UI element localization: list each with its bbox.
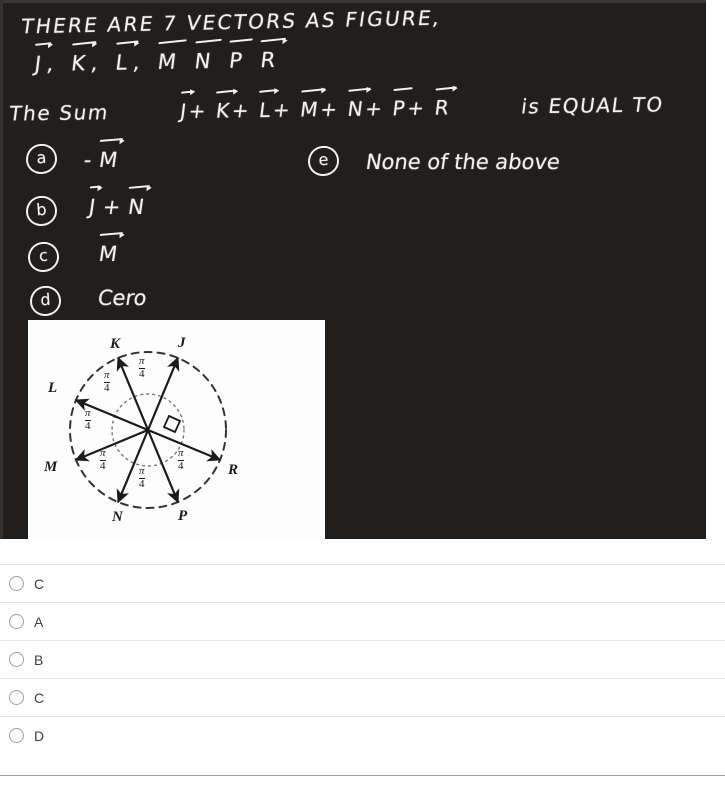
sum-term-n: N <box>346 96 366 121</box>
vector-diagram-figure: K J L M R N P π4 π4 π4 π4 π4 π4 <box>28 320 325 539</box>
plus-2: + <box>230 98 252 123</box>
plus-5: + <box>363 96 386 121</box>
angle-label-lm: π4 <box>85 407 91 432</box>
sum-suffix-label: is EQUAL TO <box>519 92 666 119</box>
option-a-vector-m: M <box>97 148 120 172</box>
radio-button-2[interactable] <box>9 614 24 629</box>
radio-button-3[interactable] <box>9 652 24 667</box>
sum-term-l: L <box>257 97 274 123</box>
figure-label-k: K <box>110 336 121 352</box>
sum-term-m: M <box>298 97 321 122</box>
sum-term-k: K <box>214 98 233 123</box>
figure-label-n: N <box>112 509 123 525</box>
handwritten-option-marker-a: a <box>24 142 59 176</box>
option-b-vector-j: J <box>87 195 97 219</box>
sum-prefix-label: The Sum <box>7 100 111 126</box>
image-left-edge <box>0 0 3 539</box>
angle-label-jk: π4 <box>139 355 145 380</box>
answer-row-5[interactable]: D <box>0 716 725 754</box>
angle-label-mn: π4 <box>100 447 106 472</box>
minus-sign: - <box>82 148 94 172</box>
figure-label-r: R <box>228 462 239 478</box>
figure-label-j: J <box>178 335 186 351</box>
handwritten-option-marker-e: e <box>306 144 341 178</box>
plus-3: + <box>271 97 293 122</box>
answer-label-4: C <box>34 689 45 706</box>
vector-glyph-m: M <box>156 49 183 74</box>
radio-button-4[interactable] <box>9 690 24 705</box>
question-title-text: THERE ARE 7 VECTORS AS FIGURE, <box>19 5 444 39</box>
answer-label-2: A <box>34 613 44 630</box>
answers-top-spacer <box>0 539 725 564</box>
vector-glyph-p: P <box>227 48 249 73</box>
answer-row-3[interactable]: B <box>0 640 725 678</box>
handwritten-option-marker-d: d <box>28 284 63 318</box>
handwritten-option-text-c: M <box>96 242 119 266</box>
answer-row-4[interactable]: C <box>0 678 725 716</box>
handwritten-option-text-b: J + N <box>86 195 146 219</box>
handwritten-option-text-e: None of the above <box>364 150 562 174</box>
sum-term-p: P <box>391 96 408 121</box>
vector-list-text: J, K, L, M N P R <box>32 48 283 76</box>
handwritten-option-marker-b: b <box>24 194 59 228</box>
answer-row-2[interactable]: A <box>0 602 725 640</box>
angle-label-kl: π4 <box>104 369 110 394</box>
answer-label-5: D <box>34 727 45 744</box>
handwritten-option-text-a: - M <box>82 148 120 172</box>
answer-label-3: B <box>34 651 44 668</box>
angle-label-np: π4 <box>139 465 145 490</box>
answer-row-1[interactable]: C <box>0 564 725 602</box>
sum-expression-text: The Sum J+ K+ L+ M+ N+ P+ R is EQUAL TO <box>8 92 665 125</box>
image-top-edge <box>0 0 706 3</box>
vector-diagram-svg <box>69 351 227 509</box>
handwritten-question-image: THERE ARE 7 VECTORS AS FIGURE, J, K, L, … <box>0 0 706 539</box>
vector-glyph-n: N <box>193 48 217 74</box>
sum-term-r: R <box>433 95 452 120</box>
answer-label-1: C <box>34 575 45 592</box>
angle-label-pr: π4 <box>178 447 184 472</box>
answer-options-list: C A B C D <box>0 539 725 754</box>
option-b-plus: + <box>101 195 123 219</box>
figure-label-m: M <box>44 459 58 475</box>
radio-button-1[interactable] <box>9 576 24 591</box>
vector-glyph-l: L <box>114 50 134 75</box>
bottom-divider <box>0 775 725 776</box>
radio-button-5[interactable] <box>9 728 24 743</box>
handwritten-option-marker-c: c <box>26 240 61 274</box>
option-c-vector-m: M <box>97 242 119 266</box>
handwritten-option-text-d: Cero <box>96 286 149 310</box>
question-page: THERE ARE 7 VECTORS AS FIGURE, J, K, L, … <box>0 0 725 792</box>
option-b-vector-n: N <box>126 195 146 219</box>
right-angle-marker <box>162 414 182 434</box>
figure-label-l: L <box>48 380 58 396</box>
figure-label-p: P <box>178 508 188 524</box>
vector-glyph-r: R <box>259 47 282 73</box>
plus-1: + <box>187 98 209 124</box>
plus-6: + <box>405 95 428 121</box>
vector-glyph-k: K <box>69 51 92 76</box>
plus-4: + <box>318 96 341 122</box>
